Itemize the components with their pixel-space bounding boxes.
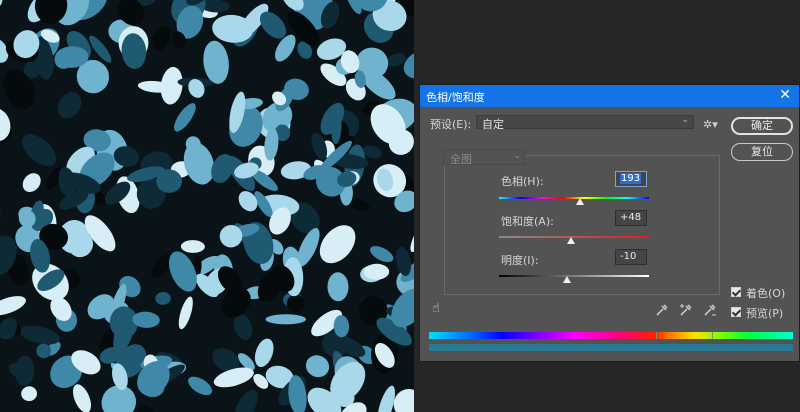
chevron-down-icon: ⌄: [513, 151, 521, 161]
hand-scrub-icon[interactable]: ☝: [432, 301, 440, 316]
preview-checkbox[interactable]: [731, 307, 741, 317]
saturation-value: +48: [620, 212, 642, 223]
channel-value: 全图: [450, 153, 472, 166]
saturation-input[interactable]: +48: [615, 210, 647, 226]
channel-dropdown[interactable]: 全图 ⌄: [443, 149, 525, 166]
lightness-slider-thumb[interactable]: [562, 276, 571, 283]
camouflage-pattern: [0, 0, 414, 412]
lightness-value: -10: [620, 251, 637, 262]
hue-slider-track[interactable]: [499, 197, 649, 199]
gear-icon[interactable]: ✲▾: [703, 118, 718, 131]
canvas-image: [0, 0, 414, 412]
dialog-title: 色相/饱和度: [426, 91, 485, 104]
source-color-bar: [429, 332, 793, 339]
preset-value: 自定: [482, 118, 504, 131]
hue-slider-thumb[interactable]: [576, 198, 584, 205]
close-icon[interactable]: ✕: [779, 87, 791, 103]
adjustment-group-frame: [444, 155, 720, 295]
lightness-label: 明度(I):: [501, 254, 539, 267]
saturation-slider-thumb[interactable]: [567, 237, 575, 244]
colorize-label: 着色(O): [746, 287, 786, 300]
reset-button[interactable]: 复位: [731, 143, 793, 161]
lightness-input[interactable]: -10: [615, 249, 647, 265]
result-color-bar: [429, 344, 793, 351]
hue-saturation-dialog: 色相/饱和度 ✕ 预设(E): 自定 ⌄ ✲▾ 确定 复位 全图 ⌄ 色相(H)…: [419, 84, 800, 362]
range-marker-left[interactable]: [656, 332, 657, 339]
dialog-titlebar[interactable]: 色相/饱和度 ✕: [420, 85, 799, 107]
saturation-label: 饱和度(A):: [501, 215, 554, 228]
colorize-checkbox[interactable]: [731, 287, 741, 297]
eyedropper-minus-icon[interactable]: [703, 303, 717, 317]
chevron-down-icon: ⌄: [681, 115, 689, 125]
hue-value: 193: [620, 173, 642, 184]
preset-label: 预设(E):: [430, 118, 472, 131]
preset-dropdown[interactable]: 自定 ⌄: [476, 115, 694, 131]
hue-input[interactable]: 193: [615, 171, 647, 187]
preview-label: 预览(P): [746, 307, 784, 320]
eyedropper-icon[interactable]: [655, 303, 669, 317]
camouflage-blob: [265, 314, 307, 325]
range-marker-right[interactable]: [712, 332, 713, 339]
ok-button[interactable]: 确定: [731, 117, 793, 135]
lightness-slider-track[interactable]: [499, 275, 649, 277]
hue-label: 色相(H):: [501, 175, 544, 188]
eyedropper-plus-icon[interactable]: [679, 303, 693, 317]
